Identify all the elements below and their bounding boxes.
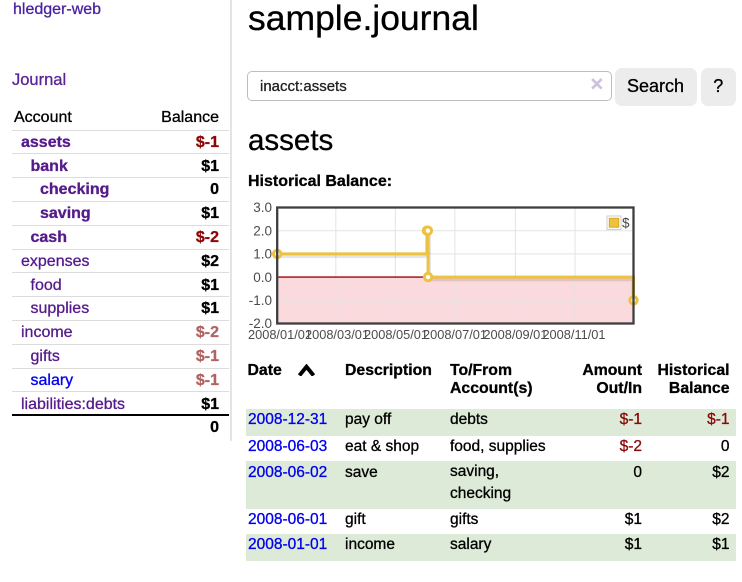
svg-text:2008/07/01: 2008/07/01	[423, 327, 487, 342]
svg-text:2008/03/01: 2008/03/01	[305, 327, 369, 342]
svg-text:2008/01/01: 2008/01/01	[248, 327, 312, 342]
svg-text:1.0: 1.0	[253, 247, 272, 262]
svg-text:-1.0: -1.0	[249, 293, 272, 308]
svg-text:2008/09/01: 2008/09/01	[483, 327, 547, 342]
svg-text:0.0: 0.0	[253, 270, 272, 285]
svg-text:2008/05/01: 2008/05/01	[364, 327, 428, 342]
svg-text:3.0: 3.0	[253, 200, 272, 215]
svg-text:2.0: 2.0	[253, 223, 272, 238]
svg-text:2008/11/01: 2008/11/01	[542, 327, 605, 342]
svg-text:$: $	[622, 216, 630, 231]
